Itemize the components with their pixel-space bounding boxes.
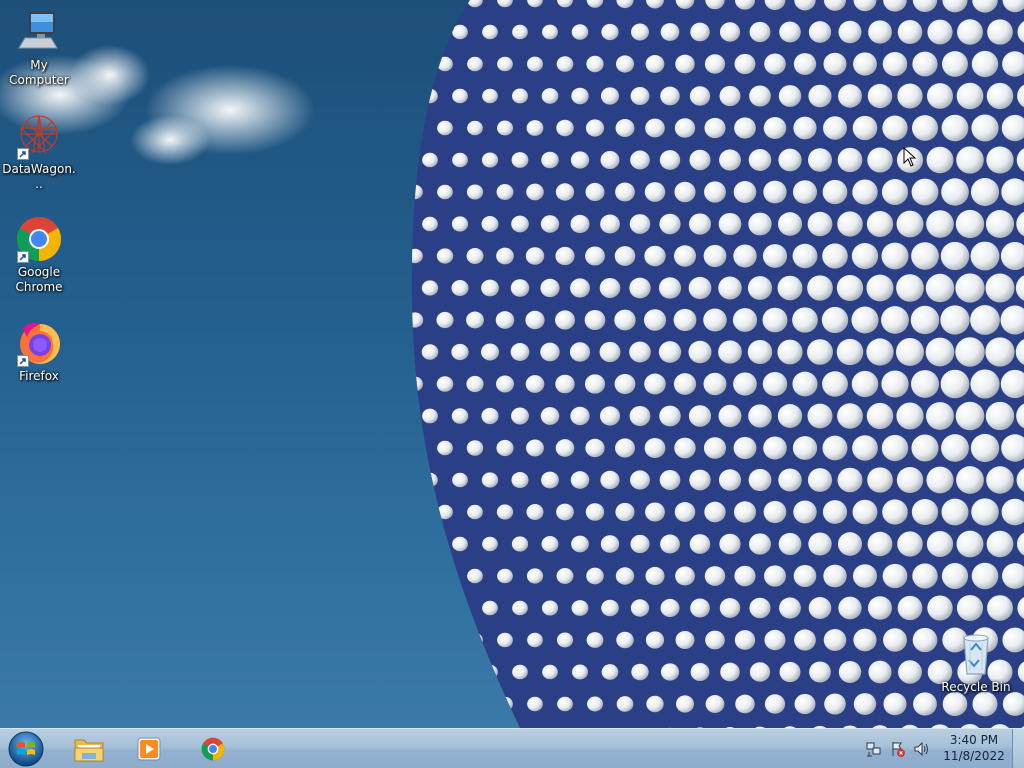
desktop: My Computer DataWagon... Google Chrome F… [0, 0, 1024, 728]
desktop-icon-label: Google Chrome [15, 265, 63, 294]
volume-icon[interactable] [913, 740, 931, 758]
taskbar-file-explorer-button[interactable] [59, 730, 119, 767]
shortcut-arrow-icon [17, 148, 29, 160]
clock-time: 3:40 PM [949, 733, 999, 747]
shortcut-arrow-icon [17, 355, 29, 367]
folder-icon [74, 739, 104, 761]
action-center-icon[interactable] [889, 740, 907, 758]
taskbar-media-player-button[interactable] [119, 730, 179, 767]
desktop-icon-label: Recycle Bin [941, 680, 1011, 694]
wallpaper [0, 0, 1024, 728]
desktop-icon-datawagon[interactable]: DataWagon... [1, 112, 77, 192]
desktop-icon-label: My Computer [9, 58, 69, 87]
shortcut-arrow-icon [17, 251, 29, 263]
mouse-cursor-icon [903, 147, 917, 167]
taskbar: 3:40 PM 11/8/2022 [0, 728, 1024, 768]
desktop-icon-firefox[interactable]: Firefox [1, 319, 77, 384]
datawagon-icon [15, 112, 63, 160]
desktop-icon-google-chrome[interactable]: Google Chrome [1, 215, 77, 295]
system-clock[interactable]: 3:40 PM 11/8/2022 [936, 732, 1012, 764]
network-icon[interactable] [865, 740, 883, 758]
show-desktop-button[interactable] [1012, 729, 1024, 768]
clock-date: 11/8/2022 [943, 749, 1005, 763]
desktop-icon-label: DataWagon... [2, 162, 76, 191]
start-button[interactable] [6, 730, 46, 768]
taskbar-chrome-button[interactable] [183, 730, 243, 767]
recycle-bin-icon [952, 630, 1000, 678]
chrome-icon [15, 215, 63, 263]
chrome-icon [201, 737, 225, 760]
desktop-icon-label: Firefox [19, 369, 59, 383]
media-player-icon [137, 737, 161, 760]
windows-start-orb-icon [8, 731, 44, 767]
desktop-icon-recycle-bin[interactable]: Recycle Bin [938, 630, 1014, 695]
firefox-icon [15, 319, 63, 367]
desktop-icon-my-computer[interactable]: My Computer [1, 8, 77, 88]
computer-icon [15, 8, 63, 56]
